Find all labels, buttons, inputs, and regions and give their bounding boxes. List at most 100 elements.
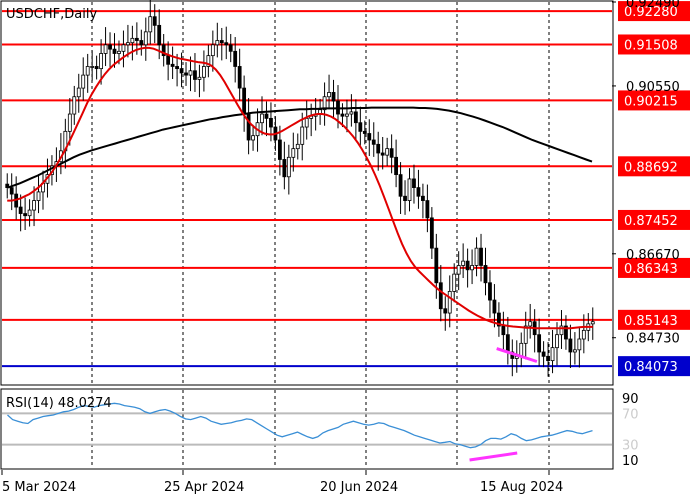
candle-body <box>286 156 291 178</box>
candle-body <box>327 92 331 98</box>
candle-body <box>67 113 72 132</box>
candle-body <box>434 247 439 284</box>
candle-body <box>72 96 77 115</box>
date-label: 25 Apr 2024 <box>164 480 244 495</box>
level-label: 0.86343 <box>624 262 678 277</box>
candle-body <box>166 55 171 65</box>
candle-body <box>488 282 492 301</box>
candle-body <box>380 152 385 156</box>
candle-body <box>479 247 483 266</box>
price-tick-label: 0.84730 <box>626 332 680 347</box>
candle-body <box>81 74 86 89</box>
candle-body <box>188 70 193 76</box>
candle-body <box>157 24 162 46</box>
candle-body <box>429 217 434 249</box>
candle-body <box>438 282 443 310</box>
candle-body <box>353 111 358 124</box>
candle-body <box>126 42 130 46</box>
date-label: 5 Mar 2024 <box>2 480 76 495</box>
candle-body <box>345 113 349 117</box>
candle-body <box>394 156 398 176</box>
candle-body <box>260 113 264 124</box>
candle-body <box>224 42 229 46</box>
candle-body <box>416 187 421 197</box>
candle-body <box>175 66 179 70</box>
candle-body <box>537 334 542 353</box>
chart-title: USDCHF,Daily <box>6 7 97 22</box>
candle-body <box>358 122 363 132</box>
candle-body <box>546 355 550 362</box>
date-label: 20 Jun 2024 <box>320 480 398 495</box>
candle-body <box>9 187 14 195</box>
candle-body <box>117 50 121 54</box>
candle-body <box>412 178 416 188</box>
candle-body <box>179 68 184 74</box>
candle-body <box>121 44 126 52</box>
candle-body <box>456 265 461 275</box>
candle-body <box>447 291 452 314</box>
candle-body <box>143 31 148 46</box>
price-tick-label: 0.92490 <box>626 0 680 11</box>
candle-body <box>148 16 153 33</box>
candle-body <box>505 334 510 353</box>
candle-body <box>277 139 282 160</box>
rsi-tick-label: 90 <box>622 392 639 407</box>
candle-body <box>550 347 555 362</box>
candle-body <box>76 87 81 98</box>
candle-body <box>282 159 287 178</box>
rsi-title: RSI(14) 48.0274 <box>6 396 112 411</box>
candle-body <box>398 174 403 197</box>
candle-body <box>425 200 430 219</box>
candle-body <box>389 148 394 158</box>
candle-body <box>197 76 202 80</box>
price-grid <box>91 2 550 468</box>
level-label: 0.84073 <box>624 360 678 375</box>
candle-body <box>349 111 354 115</box>
candle-body <box>242 87 247 115</box>
candle-body <box>470 265 474 271</box>
level-label: 0.87452 <box>624 214 678 229</box>
rsi-divergence-line <box>469 451 518 462</box>
candle-body <box>112 48 117 54</box>
candle-body <box>90 66 95 68</box>
level-label: 0.88692 <box>624 160 678 175</box>
candle-body <box>170 63 175 67</box>
candle-body <box>371 139 376 145</box>
candle-body <box>452 273 457 292</box>
candle-body <box>577 338 582 351</box>
candle-body <box>461 260 466 266</box>
candle-body <box>555 334 559 349</box>
candle-body <box>103 44 108 54</box>
candle-body <box>237 66 242 89</box>
candle-body <box>590 321 595 325</box>
candle-body <box>219 40 224 44</box>
candle-body <box>210 44 215 57</box>
candle-body <box>304 117 309 128</box>
level-label: 0.85143 <box>624 314 678 329</box>
candle-body <box>421 195 425 201</box>
candle-body <box>228 44 233 52</box>
candle-body <box>362 130 367 134</box>
level-label: 0.90215 <box>624 94 678 109</box>
candle-body <box>251 135 255 141</box>
candle-body <box>130 37 135 44</box>
candle-body <box>152 16 157 26</box>
candle-body <box>99 53 103 70</box>
fast-ma-line <box>7 46 593 330</box>
candle-body <box>403 195 407 201</box>
candle-body <box>139 40 144 46</box>
candle-body <box>269 117 273 128</box>
candle-body <box>134 37 139 41</box>
candle-body <box>193 70 197 80</box>
candle-body <box>300 126 305 145</box>
candle-body <box>519 342 524 357</box>
candle-body <box>184 72 188 76</box>
candle-body <box>18 206 23 214</box>
rsi-tick-label: 10 <box>622 454 639 469</box>
candle-body <box>483 265 488 284</box>
candle-body <box>108 44 112 50</box>
usdchf-daily-chart: 0.922800.915080.902150.886920.874520.863… <box>0 0 690 495</box>
candle-body <box>215 40 220 46</box>
candle-body <box>291 148 296 158</box>
date-label: 15 Aug 2024 <box>480 480 563 495</box>
